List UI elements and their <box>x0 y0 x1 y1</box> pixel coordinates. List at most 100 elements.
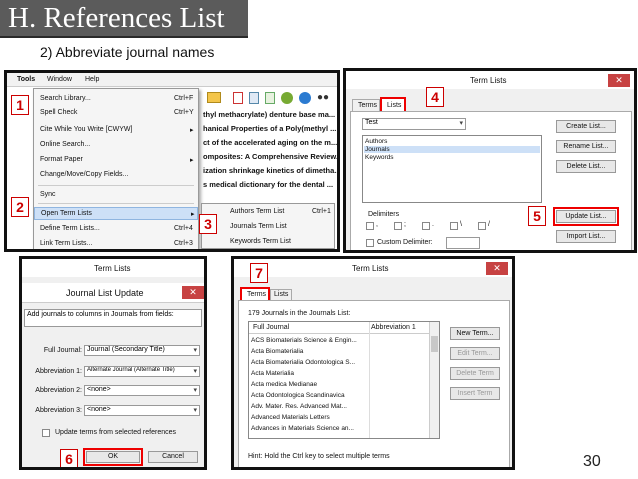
new-term-button[interactable]: New Term... <box>450 327 500 340</box>
tools-dropdown: Search Library... Ctrl+F Spell Check Ctrl+… <box>33 88 199 249</box>
table-row[interactable]: Acta Odontologica Scandinavica <box>251 392 345 399</box>
list-item[interactable]: Authors <box>365 138 387 145</box>
custom-delimiter-input[interactable] <box>446 237 480 249</box>
journals-listbox[interactable]: Full Journal Abbreviation 1 ACS Biomater… <box>248 321 440 439</box>
tab-lists[interactable]: Lists <box>270 289 292 300</box>
bg-ref: ization shrinkage kinetics of dimetha... <box>203 166 340 175</box>
delimiter-char: ; <box>404 221 406 228</box>
edit-term-button[interactable]: Edit Term... <box>450 347 500 360</box>
full-journal-label: Full Journal: <box>43 347 82 354</box>
create-list-button[interactable]: Create List... <box>556 120 616 133</box>
menu-item-define-term-lists[interactable]: Define Term Lists... Ctrl+4 <box>34 223 198 235</box>
submenu-keywords-term-list[interactable]: Keywords Term List <box>202 236 334 248</box>
list-select[interactable]: Test <box>362 118 466 130</box>
table-row[interactable]: Acta medica Medianae <box>251 381 317 388</box>
column-divider <box>369 322 370 438</box>
scrollbar-thumb[interactable] <box>431 336 438 352</box>
abbreviation-1-label: Abbreviation 1: <box>35 368 82 375</box>
menu-item-link-term-lists[interactable]: Link Term Lists... Ctrl+3 <box>34 238 198 249</box>
abbreviation-3-select[interactable]: <none> <box>84 405 200 416</box>
folder-icon[interactable] <box>207 92 221 103</box>
menu-item-online-search[interactable]: Online Search... <box>34 139 198 151</box>
tab-terms[interactable]: Terms <box>240 287 270 300</box>
callout-2: 2 <box>11 197 29 217</box>
lists-listbox[interactable]: Authors Journals Keywords <box>362 135 542 203</box>
callout-1: 1 <box>11 95 29 115</box>
table-row[interactable]: Adv. Mater. Res. Advanced Mat... <box>251 403 347 410</box>
list-item[interactable]: Journals <box>364 146 540 153</box>
close-icon[interactable]: ✕ <box>486 262 508 275</box>
bg-ref: s medical dictionary for the dental ... <box>203 180 334 189</box>
globe-icon[interactable] <box>281 92 293 104</box>
dialog-titlebar: Journal List Update ✕ <box>22 283 204 303</box>
abbreviation-2-select[interactable]: <none> <box>84 385 200 396</box>
slide-title: H. References List <box>8 2 225 34</box>
full-journal-select[interactable]: Journal (Secondary Title) <box>84 345 200 356</box>
menu-window[interactable]: Window <box>47 76 72 83</box>
document-icon[interactable] <box>249 92 259 104</box>
menu-item-cwyw[interactable]: Cite While You Write [CWYW] ▸ <box>34 124 198 136</box>
menu-item-search-library[interactable]: Search Library... Ctrl+F <box>34 93 198 105</box>
submenu-journals-term-list[interactable]: Journals Term List <box>202 221 334 233</box>
rename-list-button[interactable]: Rename List... <box>556 140 616 153</box>
delimiter-checkbox[interactable] <box>394 222 402 230</box>
table-row[interactable]: Acta Materialia <box>251 370 294 377</box>
slide-title-bar: H. References List <box>0 0 248 38</box>
report-icon[interactable] <box>265 92 275 104</box>
custom-delimiter-checkbox[interactable] <box>366 239 374 247</box>
delimiter-checkbox[interactable] <box>478 222 486 230</box>
journal-list-update-dialog: Term Lists Journal List Update ✕ Add jou… <box>19 256 207 470</box>
menu-tools[interactable]: Tools <box>17 76 35 83</box>
list-item[interactable]: Keywords <box>365 154 394 161</box>
callout-3: 3 <box>199 214 217 234</box>
cancel-button[interactable]: Cancel <box>148 451 198 463</box>
menu-item-spell-check[interactable]: Spell Check Ctrl+Y <box>34 107 198 119</box>
menu-item-sync[interactable]: Sync <box>34 189 198 201</box>
delimiter-checkbox[interactable] <box>450 222 458 230</box>
sync-icon[interactable] <box>299 92 311 104</box>
update-terms-label: Update terms from selected references <box>55 429 176 436</box>
insert-term-button[interactable]: Insert Term <box>450 387 500 400</box>
callout-4: 4 <box>426 87 444 107</box>
update-list-highlight <box>553 207 619 226</box>
column-abbreviation-1[interactable]: Abbreviation 1 <box>371 324 416 331</box>
delimiter-char: . <box>432 221 434 228</box>
table-row[interactable]: Acta Biomaterialia <box>251 348 303 355</box>
submenu-authors-term-list[interactable]: Authors Term List Ctrl+1 <box>202 206 334 218</box>
custom-delimiter-label: Custom Delimiter: <box>377 239 433 246</box>
menu-item-change-fields[interactable]: Change/Move/Copy Fields... <box>34 169 198 181</box>
bg-ref: thyl methacrylate) denture base ma... <box>203 110 336 119</box>
delimiter-checkbox[interactable] <box>422 222 430 230</box>
delete-list-button[interactable]: Delete List... <box>556 160 616 173</box>
pdf-icon[interactable] <box>233 92 243 104</box>
users-icon[interactable]: ●● <box>317 92 331 104</box>
table-row[interactable]: Advanced Materials Letters <box>251 414 330 421</box>
scrollbar[interactable] <box>429 322 439 438</box>
delimiter-char: \ <box>460 221 462 228</box>
import-list-button[interactable]: Import List... <box>556 230 616 243</box>
close-icon[interactable]: ✕ <box>608 74 630 87</box>
delimiter-checkbox[interactable] <box>366 222 374 230</box>
tools-menu-screenshot: Tools Window Help ●● thyl methacrylate) … <box>4 70 340 252</box>
table-row[interactable]: Acta Biomaterialia Odontologica S... <box>251 359 355 366</box>
menu-item-open-term-lists[interactable]: Open Term Lists ▸ <box>34 207 198 220</box>
delimiter-options: , ; . \ / <box>366 221 516 232</box>
abbreviation-1-select[interactable]: Alternate Journal (Alternate Title) <box>84 366 200 377</box>
close-icon[interactable]: ✕ <box>182 286 204 299</box>
slide-subtitle: 2) Abbreviate journal names <box>40 44 215 60</box>
column-full-journal[interactable]: Full Journal <box>253 324 289 331</box>
update-terms-checkbox[interactable] <box>42 429 50 437</box>
menu-help[interactable]: Help <box>85 76 99 83</box>
tab-lists[interactable]: Lists <box>380 97 406 111</box>
delete-term-button[interactable]: Delete Term <box>450 367 500 380</box>
bg-ref: hanical Properties of a Poly(methyl ... <box>203 124 337 133</box>
table-row[interactable]: ACS Biomaterials Science & Engin... <box>251 337 357 344</box>
menu-item-format-paper[interactable]: Format Paper ▸ <box>34 154 198 166</box>
callout-5: 5 <box>528 206 546 226</box>
window-title: Term Lists <box>94 264 131 273</box>
window-title: Term Lists <box>470 76 507 85</box>
menu-divider <box>38 203 194 204</box>
tab-terms[interactable]: Terms <box>352 99 380 111</box>
menu-divider <box>38 185 194 186</box>
table-row[interactable]: Advances in Materials Science an... <box>251 425 354 432</box>
